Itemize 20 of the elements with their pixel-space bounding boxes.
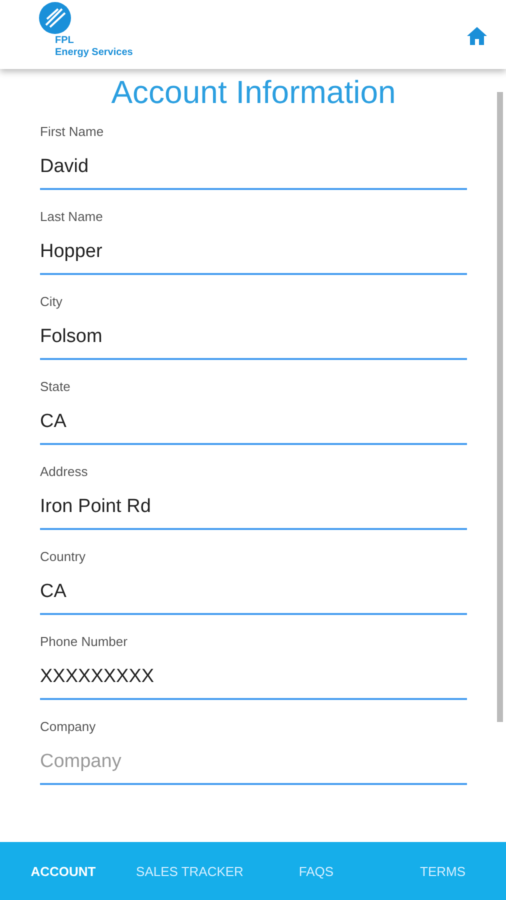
field-label: First Name bbox=[40, 124, 105, 139]
field-label: Phone Number bbox=[40, 634, 128, 649]
page-title: Account Information bbox=[111, 74, 396, 110]
input-field[interactable]: CA bbox=[40, 411, 467, 445]
field-label: Company bbox=[40, 719, 97, 734]
logo-text: Energy Services bbox=[55, 46, 133, 60]
input-field[interactable]: CA bbox=[40, 581, 467, 615]
input-field[interactable]: Folsom bbox=[40, 326, 467, 360]
input-field[interactable]: Iron Point Rd bbox=[40, 496, 467, 530]
home-button[interactable] bbox=[466, 26, 488, 46]
input-field[interactable]: XXXXXXXXX bbox=[40, 666, 467, 700]
field-label: State bbox=[40, 379, 72, 394]
field-label: Country bbox=[40, 549, 87, 564]
field-label: Address bbox=[40, 464, 89, 479]
field-label: City bbox=[40, 294, 64, 309]
field-label: Last Name bbox=[40, 209, 104, 224]
input-field[interactable]: Hopper bbox=[40, 241, 467, 275]
logo-text: FPL bbox=[55, 35, 75, 46]
input-field[interactable]: David bbox=[40, 156, 467, 190]
input-field[interactable]: Company bbox=[40, 751, 467, 785]
